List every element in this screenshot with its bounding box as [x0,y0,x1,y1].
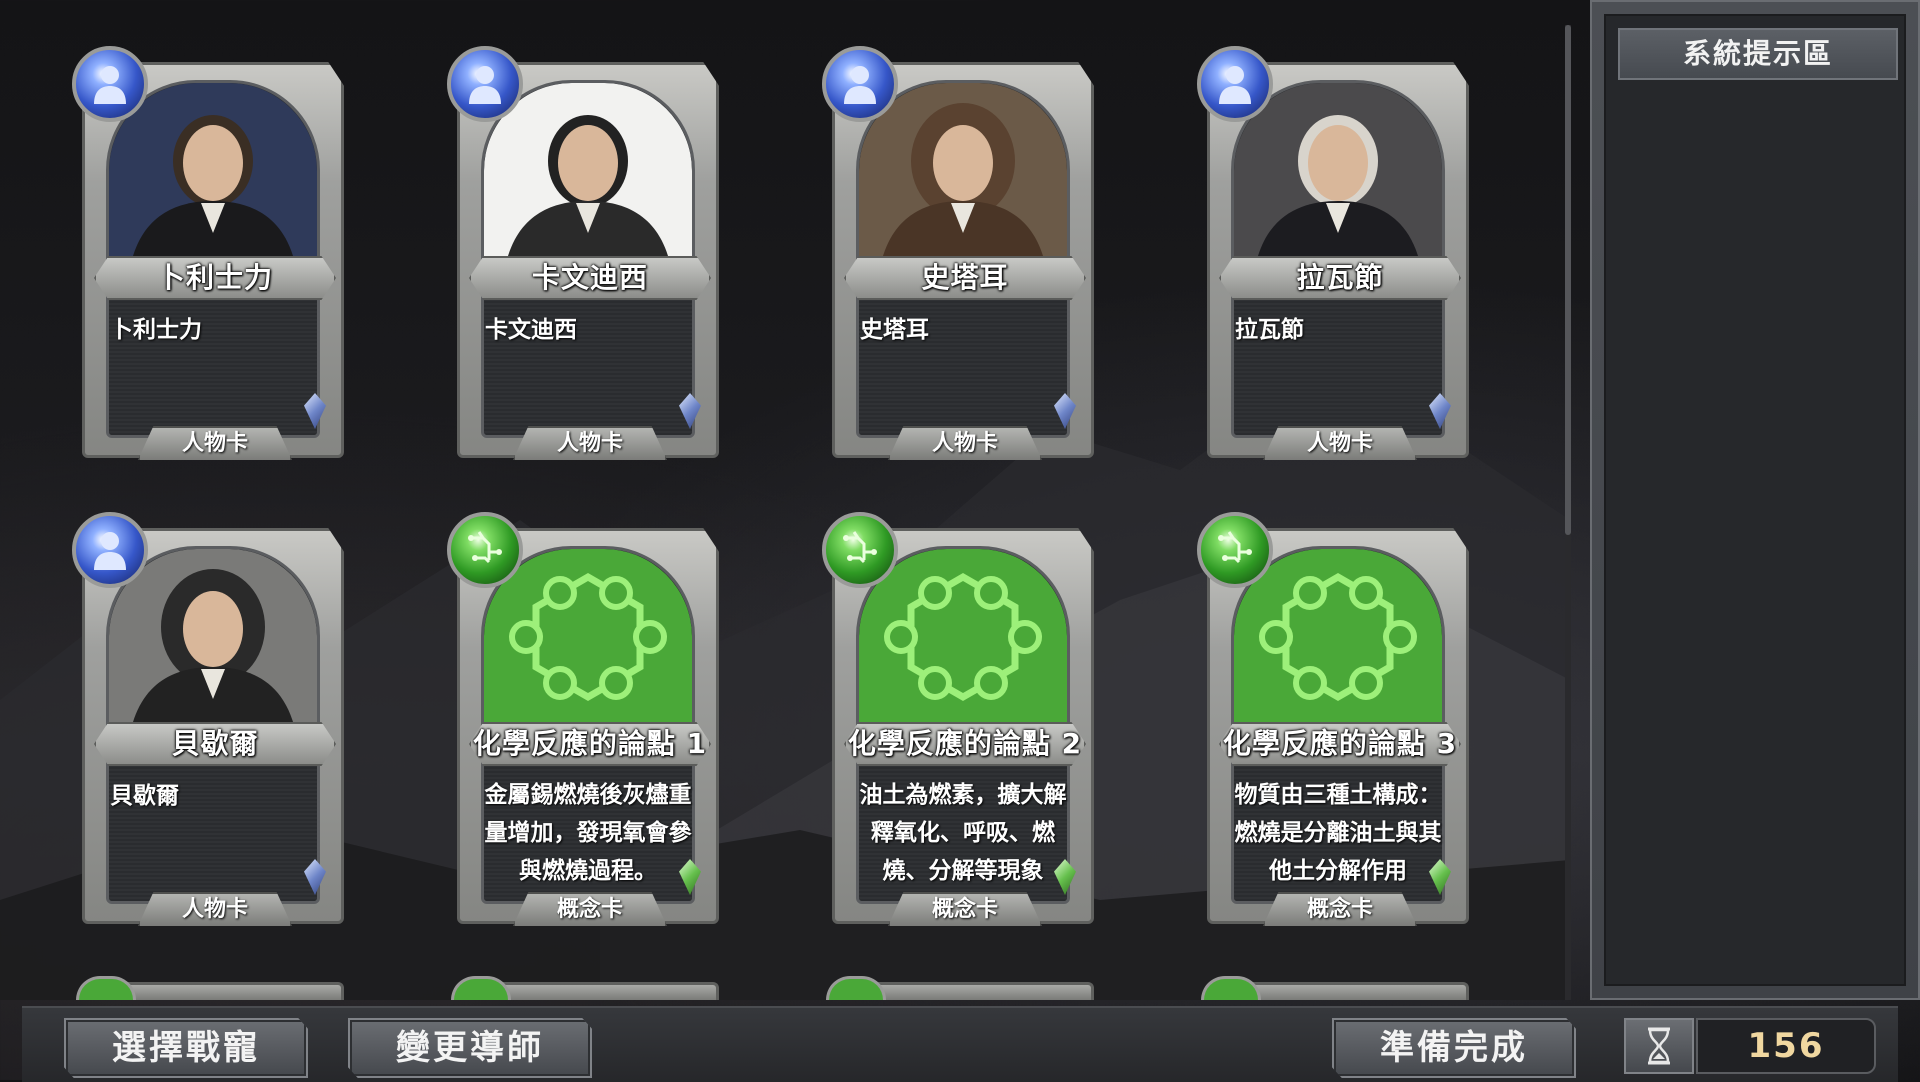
card-portrait [1234,83,1442,273]
card-type-label: 人物卡 [138,426,292,460]
system-message-area: 系統提示區 [1604,14,1906,986]
card-description: 卡文迪西 [485,317,577,343]
card-type-label: 概念卡 [513,892,667,926]
system-message-panel: 系統提示區 [1590,0,1920,1000]
system-message-title: 系統提示區 [1618,28,1898,80]
concept-card[interactable]: 化學反應的論點 1 金屬錫燃燒後灰燼重量增加，發現氧會參與燃燒過程。 概念卡 [447,512,719,926]
card-concept-art [859,549,1067,739]
person-icon [1197,46,1273,122]
person-card[interactable]: 史塔耳 史塔耳 人物卡 [822,46,1094,460]
card-name: 貝歇爾 [94,722,336,766]
person-icon [72,512,148,588]
timer-icon-box [1624,1018,1694,1074]
card-portrait [859,83,1067,273]
person-card[interactable]: 卜利士力 卜利士力 人物卡 [72,46,344,460]
card-name: 拉瓦節 [1219,256,1461,300]
card-list-scrollbar[interactable] [1565,25,1571,1000]
partial-card-orb [451,976,511,1000]
card-description: 物質由三種土構成：燃燒是分離油土與其他土分解作用 [1234,782,1442,884]
card-type-label: 概念卡 [1263,892,1417,926]
circuit-icon [447,512,523,588]
card-portrait [109,549,317,739]
card-description: 金屬錫燃燒後灰燼重量增加，發現氧會參與燃燒過程。 [484,782,692,884]
person-icon [822,46,898,122]
select-pet-button[interactable]: 選擇戰寵 [64,1018,308,1078]
card-description: 史塔耳 [860,317,929,343]
card-description: 拉瓦節 [1235,317,1304,343]
countdown-timer: 156 [1696,1018,1876,1074]
concept-card[interactable]: 化學反應的論點 3 物質由三種土構成：燃燒是分離油土與其他土分解作用 概念卡 [1197,512,1469,926]
partial-card-orb [76,976,136,1000]
card-concept-art [484,549,692,739]
person-icon [72,46,148,122]
card-name: 化學反應的論點 1 [469,722,711,766]
circuit-icon [1197,512,1273,588]
card-name: 化學反應的論點 2 [844,722,1086,766]
partial-card-orb [826,976,886,1000]
change-mentor-button[interactable]: 變更導師 [348,1018,592,1078]
person-card[interactable]: 拉瓦節 拉瓦節 人物卡 [1197,46,1469,460]
card-name: 化學反應的論點 3 [1219,722,1461,766]
card-description: 卜利士力 [110,317,202,343]
card-type-label: 人物卡 [138,892,292,926]
ready-button[interactable]: 準備完成 [1332,1018,1576,1078]
card-description: 油土為燃素，擴大解釋氧化、呼吸、燃燒、分解等現象 [859,782,1067,884]
scrollbar-thumb[interactable] [1565,25,1571,535]
card-portrait [109,83,317,273]
circuit-icon [822,512,898,588]
card-type-label: 人物卡 [513,426,667,460]
card-name: 卡文迪西 [469,256,711,300]
person-card[interactable]: 卡文迪西 卡文迪西 人物卡 [447,46,719,460]
person-icon [447,46,523,122]
card-name: 卜利士力 [94,256,336,300]
card-concept-art [1234,549,1442,739]
partial-card-orb [1201,976,1261,1000]
card-description: 貝歇爾 [110,783,179,809]
card-type-label: 概念卡 [888,892,1042,926]
card-type-label: 人物卡 [888,426,1042,460]
card-name: 史塔耳 [844,256,1086,300]
concept-card[interactable]: 化學反應的論點 2 油土為燃素，擴大解釋氧化、呼吸、燃燒、分解等現象 概念卡 [822,512,1094,926]
card-type-label: 人物卡 [1263,426,1417,460]
person-card[interactable]: 貝歇爾 貝歇爾 人物卡 [72,512,344,926]
card-portrait [484,83,692,273]
hourglass-icon [1648,1027,1670,1065]
